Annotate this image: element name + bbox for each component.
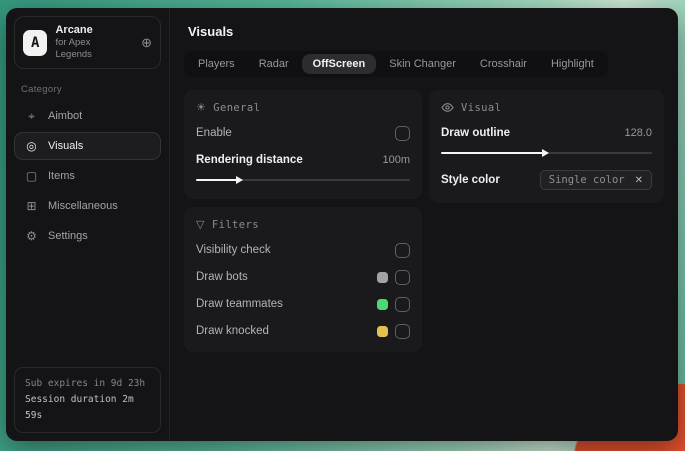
draw-outline-slider[interactable] [441,147,652,159]
draw-knocked-checkbox[interactable] [395,323,410,339]
style-color-row: Style color Single color ✕ [441,170,652,190]
sidebar-item-miscellaneous[interactable]: ⊞ Miscellaneous [14,192,161,220]
draw-bots-row: Draw bots [196,269,410,285]
page-title: Visuals [188,24,234,39]
settings-gear-icon: ⚙ [26,229,37,243]
miscellaneous-icon: ⊞ [26,199,37,213]
visual-panel: Visual Draw outline 128.0 Style color Si… [429,90,664,203]
sidebar: A Arcane for Apex Legends ⊕ Category ⌖ A… [6,8,170,441]
tab-offscreen[interactable]: OffScreen [301,54,377,74]
app-logo: A [23,29,48,56]
aimbot-icon: ⌖ [28,108,35,123]
draw-knocked-controls [377,323,410,339]
enable-row: Enable [196,125,410,141]
sidebar-item-aimbot[interactable]: ⌖ Aimbot [14,102,161,130]
filters-panel: ▽ Filters Visibility check Draw bots Dra… [184,207,422,352]
style-color-value: Single color [548,174,625,186]
main-content: Visuals Players Radar OffScreen Skin Cha… [170,8,678,441]
rendering-distance-row: Rendering distance 100m [196,152,410,168]
crosshair-icon[interactable]: ⊕ [141,36,152,49]
draw-teammates-label: Draw teammates [196,298,283,310]
draw-teammates-controls [377,296,410,312]
filters-panel-title: Filters [211,218,259,231]
tab-crosshair[interactable]: Crosshair [469,54,538,74]
funnel-icon: ▽ [196,218,205,231]
rendering-distance-label: Rendering distance [196,154,303,166]
enable-checkbox[interactable] [395,125,410,141]
draw-bots-color-swatch[interactable] [377,271,388,283]
session-duration-text: Session duration 2m 59s [25,394,134,421]
right-column: Visual Draw outline 128.0 Style color Si… [429,90,664,203]
draw-bots-checkbox[interactable] [395,269,410,285]
tab-radar[interactable]: Radar [248,54,300,74]
remove-icon[interactable]: ✕ [635,175,643,186]
eye-icon [441,103,454,112]
rendering-distance-slider[interactable] [196,174,410,186]
draw-teammates-checkbox[interactable] [395,296,410,312]
category-label: Category [21,84,62,95]
sidebar-item-label: Miscellaneous [48,200,118,212]
tab-highlight[interactable]: Highlight [540,54,605,74]
visibility-check-label: Visibility check [196,244,271,256]
panels-area: ☀ General Enable Rendering distance 100m [184,90,664,352]
sidebar-nav: ⌖ Aimbot ◎ Visuals ▢ Items ⊞ Miscellaneo… [14,102,161,250]
draw-knocked-row: Draw knocked [196,323,410,339]
left-column: ☀ General Enable Rendering distance 100m [184,90,422,352]
sidebar-item-label: Items [48,170,75,182]
app-header: A Arcane for Apex Legends ⊕ [14,16,161,69]
visual-panel-title: Visual [461,101,502,114]
draw-teammates-row: Draw teammates [196,296,410,312]
sidebar-item-label: Visuals [48,140,84,152]
general-panel-title: General [213,101,261,114]
visuals-icon: ◎ [26,139,37,153]
app-window: A Arcane for Apex Legends ⊕ Category ⌖ A… [6,8,678,441]
filters-panel-header: ▽ Filters [196,218,410,231]
style-color-label: Style color [441,174,500,186]
sub-expires-text: Sub expires in 9d 23h [25,378,146,389]
rendering-distance-value: 100m [382,154,410,166]
sidebar-item-label: Aimbot [48,110,83,122]
visual-panel-header: Visual [441,101,652,114]
sidebar-item-settings[interactable]: ⚙ Settings [14,222,161,250]
draw-knocked-color-swatch[interactable] [377,325,388,337]
visuals-tabbar: Players Radar OffScreen Skin Changer Cro… [184,51,608,77]
sun-icon: ☀ [196,101,207,114]
tab-players[interactable]: Players [187,54,246,74]
general-panel: ☀ General Enable Rendering distance 100m [184,90,422,199]
items-icon: ▢ [25,169,38,183]
slider-fill [196,176,243,184]
app-title-block: Arcane for Apex Legends [55,24,125,61]
general-panel-header: ☀ General [196,101,410,114]
style-color-select[interactable]: Single color ✕ [539,170,652,190]
subscription-status-box: Sub expires in 9d 23h Session duration 2… [14,367,161,433]
app-subtitle: for Apex Legends [55,37,92,60]
draw-outline-label: Draw outline [441,127,511,139]
visibility-check-row: Visibility check [196,242,410,258]
slider-thumb[interactable] [541,149,549,157]
draw-bots-label: Draw bots [196,271,248,283]
draw-knocked-label: Draw knocked [196,325,269,337]
draw-bots-controls [377,269,410,285]
draw-teammates-color-swatch[interactable] [377,298,388,310]
visibility-check-checkbox[interactable] [395,242,410,258]
sidebar-item-label: Settings [48,230,88,242]
visibility-check-controls [395,242,410,258]
enable-label: Enable [196,127,232,139]
slider-thumb[interactable] [235,176,243,184]
draw-outline-row: Draw outline 128.0 [441,125,652,141]
sidebar-item-visuals[interactable]: ◎ Visuals [14,132,161,160]
draw-outline-value: 128.0 [624,127,652,139]
sidebar-item-items[interactable]: ▢ Items [14,162,161,190]
slider-fill [441,149,549,157]
tab-skin-changer[interactable]: Skin Changer [378,54,467,74]
app-name: Arcane [55,24,93,36]
